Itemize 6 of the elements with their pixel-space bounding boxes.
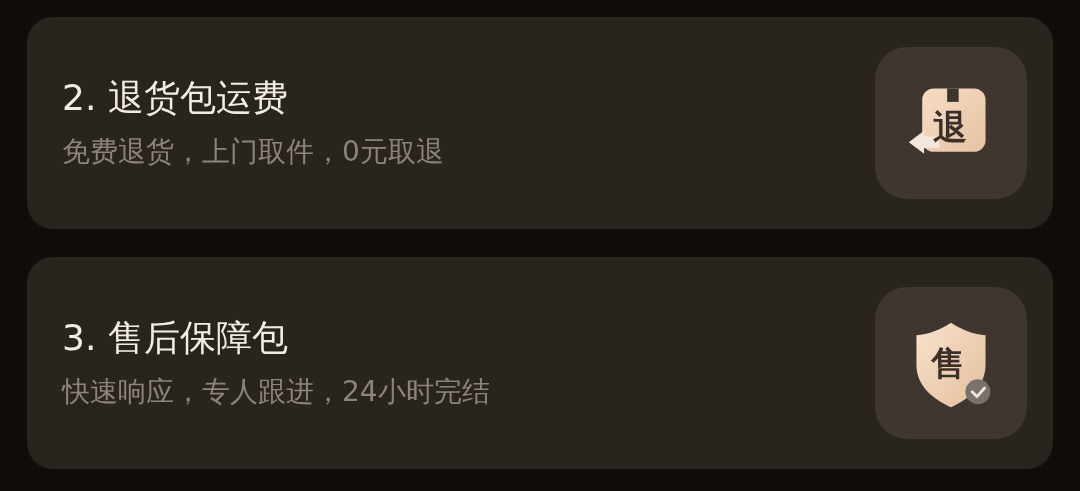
icon-glyph: 退 — [933, 107, 967, 147]
card-title: 3. 售后保障包 — [62, 316, 289, 360]
icon-glyph: 售 — [931, 343, 965, 383]
card-subtitle: 免费退货，上门取件，0元取退 — [62, 134, 444, 170]
card-title: 2. 退货包运费 — [62, 76, 289, 120]
card-subtitle: 快速响应，专人跟进，24小时完结 — [62, 374, 490, 410]
